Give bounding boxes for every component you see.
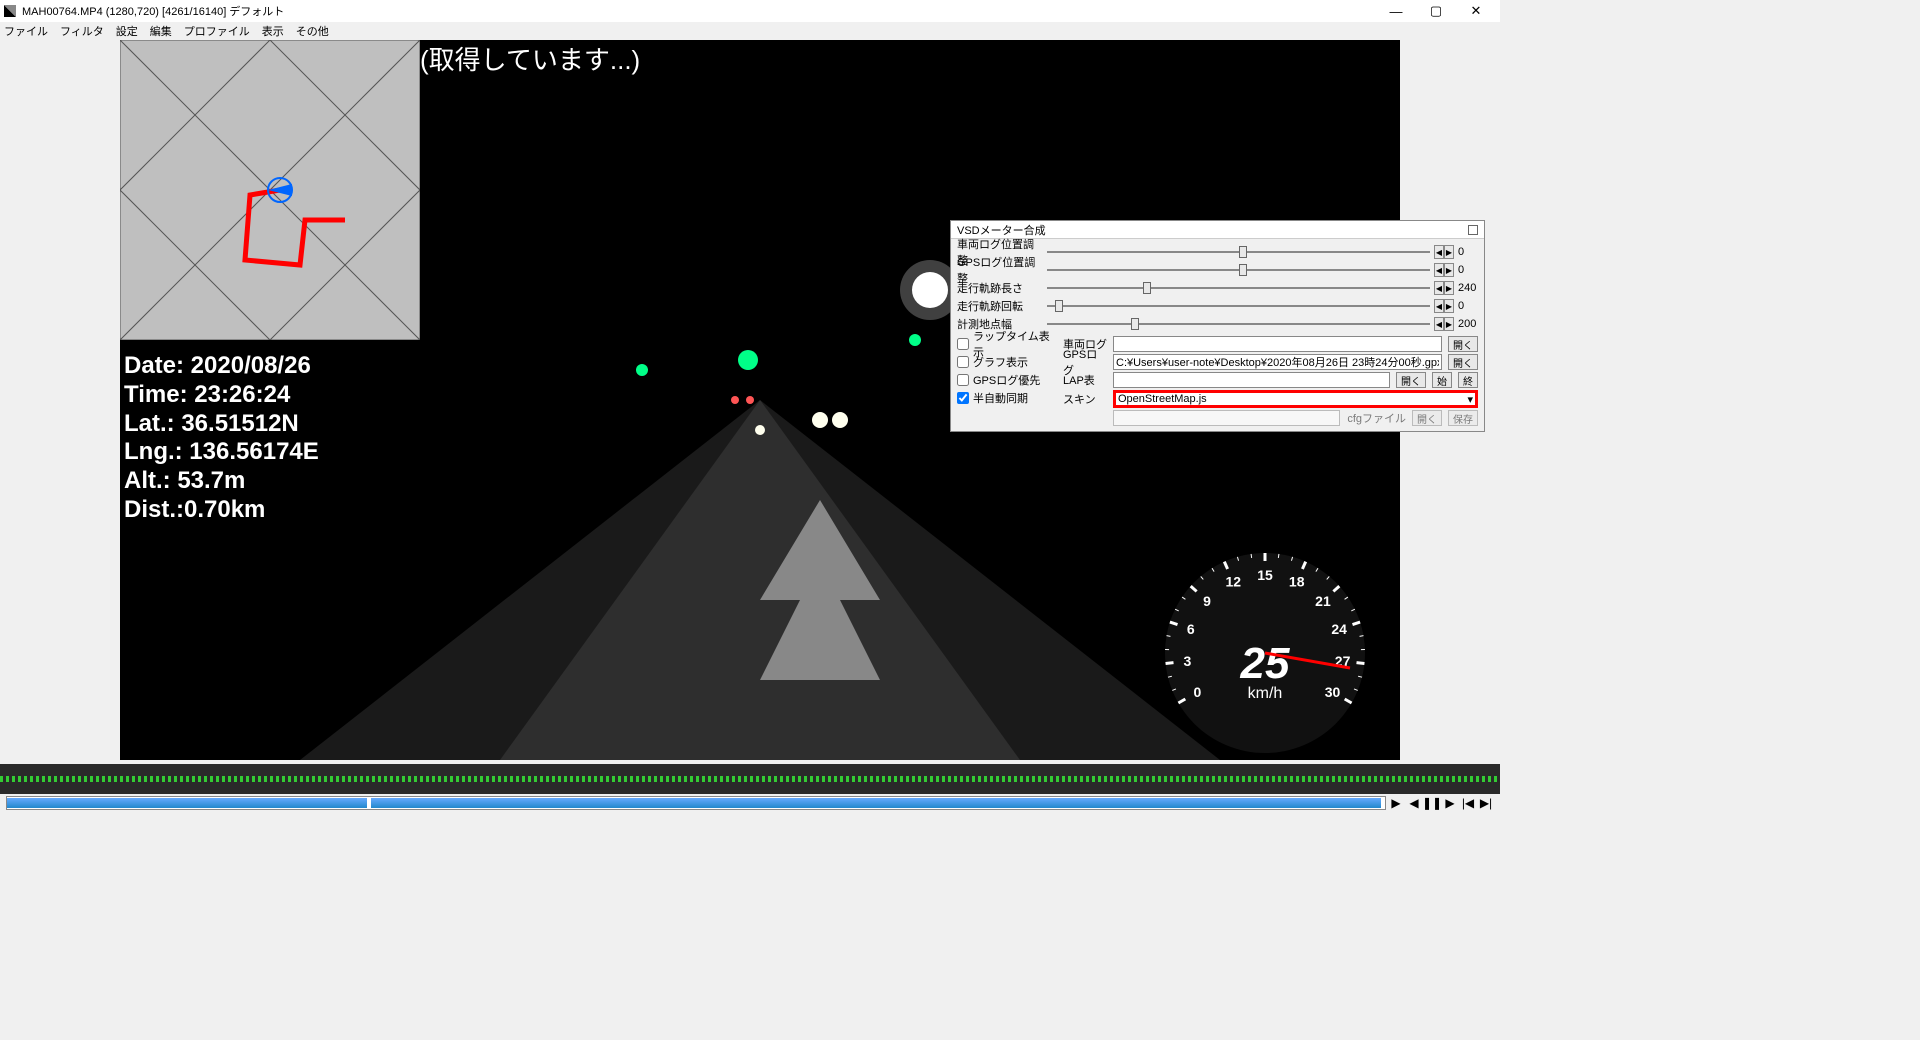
lap-input[interactable]	[1113, 372, 1390, 388]
telemetry-time: Time: 23:26:24	[124, 381, 319, 410]
slider-track[interactable]	[1047, 317, 1430, 331]
title-bar: MAH00764.MP4 (1280,720) [4261/16140] デフォ…	[0, 0, 1500, 22]
telemetry-date: Date: 2020/08/26	[124, 352, 319, 381]
slider-value: 0	[1454, 300, 1478, 312]
slider-track[interactable]	[1047, 263, 1430, 277]
checkbox[interactable]	[957, 392, 969, 404]
play-button[interactable]: ▶	[1388, 795, 1404, 811]
menu-other[interactable]: その他	[296, 23, 329, 39]
telemetry-alt: Alt.: 53.7m	[124, 467, 319, 496]
slider-spinner[interactable]: ◀▶	[1434, 245, 1454, 259]
audio-waveform	[0, 776, 1500, 782]
slider-spinner[interactable]: ◀▶	[1434, 281, 1454, 295]
svg-text:15: 15	[1257, 567, 1273, 583]
lap-start-button[interactable]: 始	[1432, 372, 1452, 388]
telemetry-lat: Lat.: 36.51512N	[124, 410, 319, 439]
telemetry-dist: Dist.:0.70km	[124, 496, 319, 525]
menu-edit[interactable]: 編集	[150, 23, 172, 39]
telemetry-lng: Lng.: 136.56174E	[124, 438, 319, 467]
svg-text:9: 9	[1203, 593, 1211, 609]
slider-label: 走行軌跡回転	[957, 298, 1043, 314]
gps-minimap	[120, 40, 420, 340]
slider-trackRot: 走行軌跡回転 ◀▶ 0	[957, 297, 1478, 315]
check-gpsPrio[interactable]: GPSログ優先	[957, 371, 1057, 389]
check-semiSync[interactable]: 半自動同期	[957, 389, 1057, 407]
check-label: GPSログ優先	[973, 372, 1040, 388]
svg-text:18: 18	[1289, 574, 1305, 590]
window-title: MAH00764.MP4 (1280,720) [4261/16140] デフォ…	[22, 3, 284, 19]
lap-open-button[interactable]: 開く	[1396, 372, 1426, 388]
step-fwd-button[interactable]: ▶	[1442, 795, 1458, 811]
slider-track[interactable]	[1047, 245, 1430, 259]
file-cfg: cfgファイル 開く 保存	[1063, 409, 1478, 427]
loading-text: (取得しています...)	[420, 40, 640, 77]
slider-value: 240	[1454, 282, 1478, 294]
speed-value: 25	[1240, 639, 1290, 688]
maximize-button[interactable]: ▢	[1416, 0, 1456, 22]
vehlog-input[interactable]	[1113, 336, 1442, 352]
next-button[interactable]: ▶|	[1478, 795, 1494, 811]
file-gpslog: GPSログ 開く	[1063, 353, 1478, 371]
menu-profile[interactable]: プロファイル	[184, 23, 250, 39]
svg-text:6: 6	[1187, 621, 1195, 637]
svg-text:3: 3	[1184, 653, 1192, 669]
menu-bar: ファイル フィルタ 設定 編集 プロファイル 表示 その他	[0, 22, 1500, 40]
progress-segment-2	[371, 798, 1381, 808]
checkbox[interactable]	[957, 374, 969, 386]
menu-file[interactable]: ファイル	[4, 23, 48, 39]
telemetry-overlay: Date: 2020/08/26 Time: 23:26:24 Lat.: 36…	[124, 352, 319, 525]
gpslog-open-button[interactable]: 開く	[1448, 354, 1478, 370]
menu-view[interactable]: 表示	[262, 23, 284, 39]
speedometer: 0 3 6 9 12 15 18 21 24 27 30 25 km/h	[1160, 548, 1370, 758]
app-icon	[4, 5, 16, 17]
playback-controls: ▶ ◀ ❚❚ ▶ |◀ ▶|	[1388, 794, 1494, 812]
file-skin: スキン OpenStreetMap.js ▾	[1063, 389, 1478, 409]
svg-text:24: 24	[1331, 621, 1347, 637]
svg-text:0: 0	[1194, 684, 1202, 700]
lap-end-button[interactable]: 終	[1458, 372, 1478, 388]
close-button[interactable]: ✕	[1456, 0, 1496, 22]
timeline[interactable]	[0, 764, 1500, 794]
slider-spinner[interactable]: ◀▶	[1434, 317, 1454, 331]
slider-label: 走行軌跡長さ	[957, 280, 1043, 296]
cfg-save-button[interactable]: 保存	[1448, 410, 1478, 426]
vsd-meter-panel: VSDメーター合成 車両ログ位置調整 ◀▶ 0 GPSログ位置調整 ◀▶ 0 走…	[950, 220, 1485, 432]
slider-spinner[interactable]: ◀▶	[1434, 263, 1454, 277]
progress-segment-1	[7, 798, 367, 808]
check-label: 半自動同期	[973, 390, 1028, 406]
chevron-down-icon: ▾	[1467, 393, 1473, 406]
file-vehlog: 車両ログ 開く	[1063, 335, 1478, 353]
step-back-button[interactable]: ◀	[1406, 795, 1422, 811]
check-label: グラフ表示	[973, 354, 1028, 370]
menu-settings[interactable]: 設定	[116, 23, 138, 39]
slider-gpsLogAdj: GPSログ位置調整 ◀▶ 0	[957, 261, 1478, 279]
slider-track[interactable]	[1047, 299, 1430, 313]
vehlog-open-button[interactable]: 開く	[1448, 336, 1478, 352]
pause-button[interactable]: ❚❚	[1424, 795, 1440, 811]
pin-icon[interactable]	[1468, 225, 1478, 235]
checkbox[interactable]	[957, 356, 969, 368]
file-lap: LAP表 開く 始 終	[1063, 371, 1478, 389]
slider-trackLen: 走行軌跡長さ ◀▶ 240	[957, 279, 1478, 297]
svg-text:12: 12	[1225, 574, 1241, 590]
gpslog-input[interactable]	[1113, 354, 1442, 370]
svg-text:21: 21	[1315, 593, 1331, 609]
slider-value: 200	[1454, 318, 1478, 330]
speed-unit: km/h	[1248, 685, 1283, 702]
slider-track[interactable]	[1047, 281, 1430, 295]
check-laptime[interactable]: ラップタイム表示	[957, 335, 1057, 353]
cfg-open-button[interactable]: 開く	[1412, 410, 1442, 426]
menu-filter[interactable]: フィルタ	[60, 23, 104, 39]
slider-value: 0	[1454, 264, 1478, 276]
prev-button[interactable]: |◀	[1460, 795, 1476, 811]
cfg-input[interactable]	[1113, 410, 1340, 426]
checkbox[interactable]	[957, 338, 969, 350]
slider-value: 0	[1454, 246, 1478, 258]
svg-text:30: 30	[1325, 684, 1341, 700]
progress-bar[interactable]	[6, 796, 1386, 810]
skin-select[interactable]: OpenStreetMap.js ▾	[1113, 390, 1478, 408]
minimize-button[interactable]: —	[1376, 0, 1416, 22]
slider-spinner[interactable]: ◀▶	[1434, 299, 1454, 313]
